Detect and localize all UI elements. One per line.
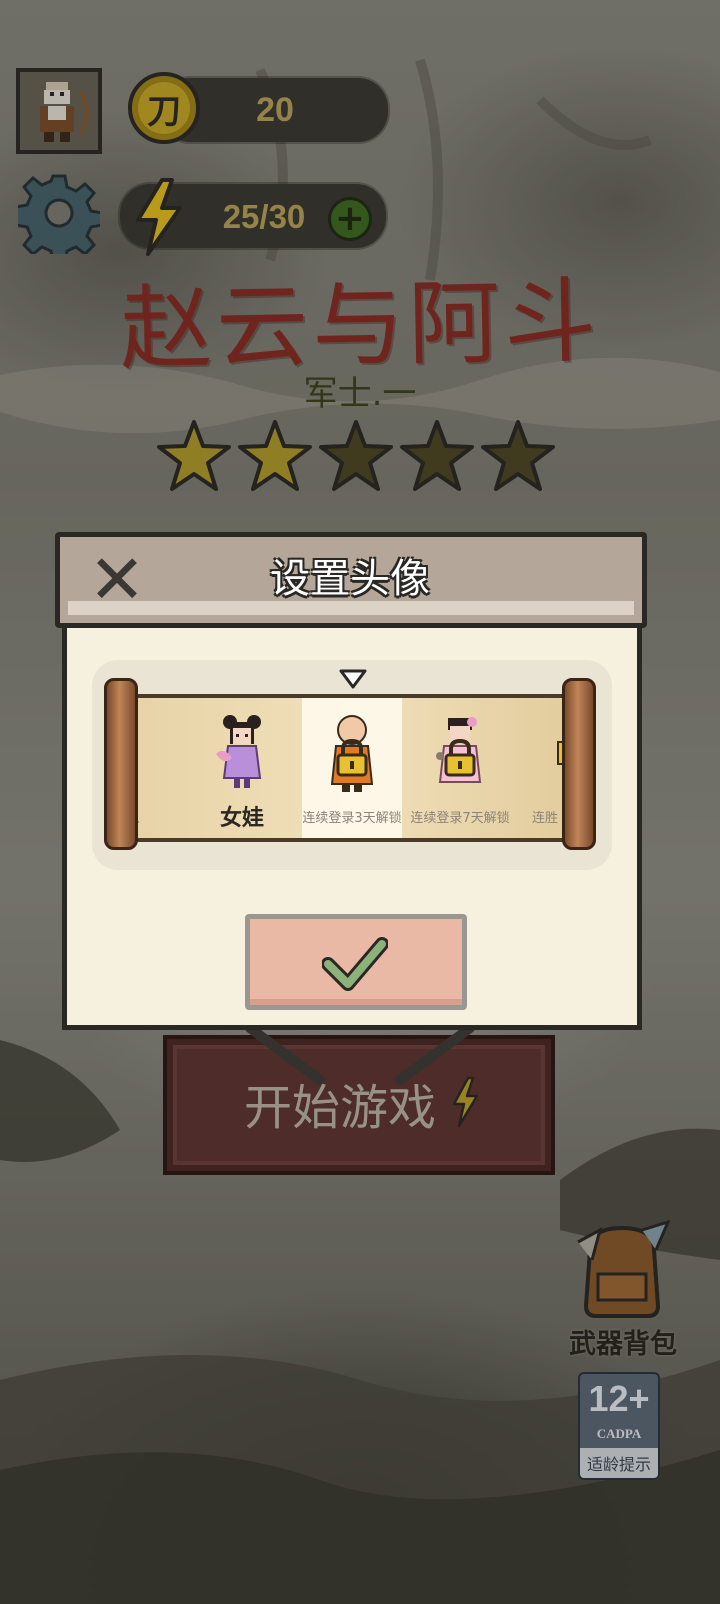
avatar-caption: 女娃 (219, 806, 264, 831)
lock-icon (336, 738, 368, 777)
avatar-scroll[interactable]: 人 女娃 连续登录3天解锁 (126, 694, 578, 842)
selection-pointer-icon (339, 669, 367, 689)
checkmark-icon (322, 937, 388, 991)
avatar-option-maiden[interactable]: 连续登录7天解锁 (410, 698, 510, 838)
avatar-caption: 连续登录7天解锁 (410, 810, 510, 826)
girl-avatar-icon (216, 715, 262, 788)
avatar-option-monk[interactable]: 连续登录3天解锁 (302, 698, 402, 838)
avatar-caption: 连续登录3天解锁 (302, 810, 402, 826)
lock-icon (444, 738, 476, 777)
close-button[interactable]: ✕ (84, 547, 150, 615)
avatar-option-girl[interactable]: 女娃 (192, 698, 292, 838)
scroll-roller-left (104, 678, 138, 850)
dialog-title: 设置头像 (270, 556, 430, 602)
scroll-roller-right (562, 678, 596, 850)
